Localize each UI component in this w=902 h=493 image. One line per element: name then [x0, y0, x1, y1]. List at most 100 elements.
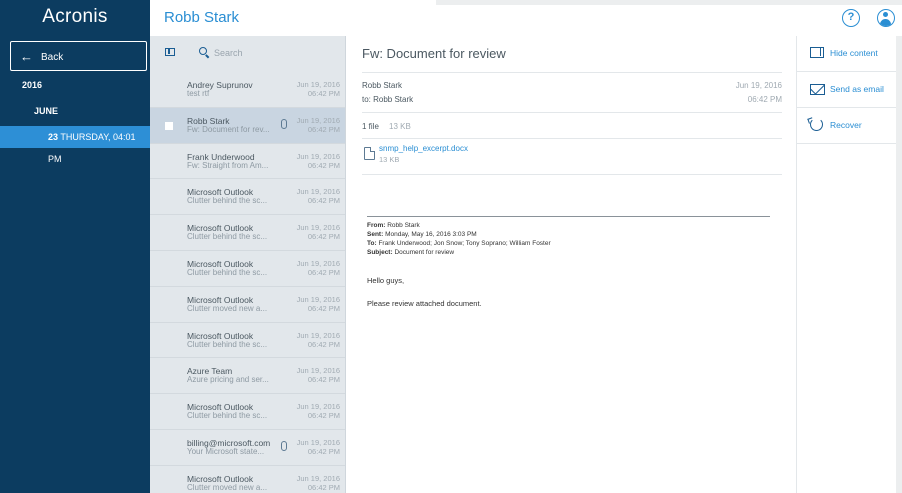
row-time: 06:42 PM	[307, 267, 340, 277]
top-bar: Acronis Robb Stark ?	[0, 0, 902, 36]
document-icon	[364, 147, 375, 160]
panel-icon	[810, 47, 824, 58]
row-date: Jun 19, 2016	[296, 223, 340, 233]
message-from: Robb Stark	[362, 81, 403, 90]
list-item[interactable]: Microsoft Outlook Clutter behind the sc..…	[150, 394, 345, 430]
paperclip-icon	[281, 440, 287, 451]
row-preview: Clutter behind the sc...	[187, 339, 268, 349]
attachment-size: 13 KB	[379, 155, 400, 164]
row-time: 06:42 PM	[307, 339, 340, 349]
hide-content-button[interactable]: Hide content	[797, 36, 897, 72]
list-item[interactable]: Microsoft Outlook Clutter moved new a... J…	[150, 286, 345, 323]
row-time: 06:42 PM	[307, 124, 340, 134]
message-rows: Andrey Suprunov test rtf Jun 19, 2016 06:42…	[150, 72, 345, 493]
row-date: Jun 19, 2016	[296, 187, 340, 197]
list-item[interactable]: Microsoft Outlook Clutter behind the sc..…	[150, 250, 345, 287]
sidebar-item-day[interactable]: 23 THURSDAY, 04:01 PM	[0, 126, 150, 164]
row-date: Jun 19, 2016	[296, 330, 340, 340]
page-title: Robb Stark	[164, 9, 240, 26]
row-time: 06:42 PM	[307, 303, 340, 313]
row-preview: Your Microsoft state...	[187, 446, 265, 456]
row-preview: Clutter behind the sc...	[187, 196, 268, 206]
actions-panel: Hide content Send as email Recover	[796, 36, 897, 493]
recover-label: Recover	[830, 120, 862, 130]
message-date: Jun 19, 2016	[735, 81, 782, 90]
row-date: Jun 19, 2016	[296, 294, 340, 304]
help-icon[interactable]: ?	[842, 9, 860, 27]
top-strip	[436, 0, 902, 5]
row-time: 06:42 PM	[307, 196, 340, 206]
scrollbar[interactable]	[896, 36, 902, 493]
list-item[interactable]: Microsoft Outlook Clutter behind the sc..…	[150, 179, 345, 216]
row-time: 06:42 PM	[307, 482, 340, 492]
row-date: Jun 19, 2016	[296, 258, 340, 268]
day-label: THURSDAY, 04:01 PM	[48, 132, 136, 164]
forwarded-from: From: Robb Stark	[367, 222, 420, 229]
row-time: 06:42 PM	[307, 232, 340, 242]
list-item[interactable]: Microsoft Outlook Clutter moved new a... J…	[150, 465, 345, 493]
search-input[interactable]	[214, 45, 324, 61]
divider	[362, 138, 782, 139]
list-item[interactable]: Andrey Suprunov test rtf Jun 19, 2016 06:42…	[150, 72, 345, 108]
send-as-email-button[interactable]: Send as email	[797, 72, 897, 108]
row-time: 06:42 PM	[307, 411, 340, 421]
file-count: 1 file	[362, 122, 379, 131]
toggle-panel-icon[interactable]	[165, 48, 175, 56]
row-preview: Clutter moved new a...	[187, 303, 268, 313]
row-date: Jun 19, 2016	[296, 437, 340, 447]
list-item[interactable]: Frank Underwood Fw: Straight from Am... Ju…	[150, 143, 345, 180]
row-time: 06:42 PM	[307, 89, 340, 98]
send-as-email-label: Send as email	[830, 84, 884, 94]
row-time: 06:42 PM	[307, 375, 340, 385]
search-icon	[199, 47, 207, 55]
message-to: to: Robb Stark	[362, 95, 414, 104]
forwarded-to: To: Frank Underwood; Jon Snow; Tony Sopr…	[367, 240, 551, 247]
attachment-link[interactable]: snmp_help_excerpt.docx	[379, 144, 468, 153]
paperclip-icon	[281, 118, 287, 129]
row-preview: Clutter behind the sc...	[187, 267, 268, 277]
arrow-left-icon: ←	[20, 49, 33, 64]
list-item[interactable]: Microsoft Outlook Clutter behind the sc..…	[150, 322, 345, 359]
forwarded-sent: Sent: Monday, May 16, 2016 3:03 PM	[367, 231, 477, 238]
row-preview: Fw: Document for rev...	[187, 124, 270, 134]
row-preview: test rtf	[187, 89, 210, 98]
account-icon[interactable]	[877, 9, 895, 27]
hide-content-label: Hide content	[830, 48, 878, 58]
row-preview: Clutter behind the sc...	[187, 232, 268, 242]
row-date: Jun 19, 2016	[296, 366, 340, 376]
recover-button[interactable]: Recover	[797, 108, 897, 144]
list-item[interactable]: billing@microsoft.com Your Microsoft stat…	[150, 429, 345, 466]
row-preview: Clutter behind the sc...	[187, 411, 268, 421]
message-list: Andrey Suprunovtest rtfJun 19, 201606:42…	[150, 36, 346, 493]
file-total-size: 13 KB	[389, 122, 411, 131]
row-date: Jun 19, 2016	[296, 151, 340, 161]
row-preview: Clutter moved new a...	[187, 482, 268, 492]
recover-icon	[810, 118, 823, 131]
row-preview: Fw: Straight from Am...	[187, 160, 269, 170]
row-date: Jun 19, 2016	[296, 80, 340, 89]
sidebar: ← Back 2016 JUNE 23 THURSDAY, 04:01 PM	[0, 36, 150, 493]
body-divider	[367, 216, 770, 217]
back-button[interactable]: ← Back	[10, 41, 147, 71]
row-date: Jun 19, 2016	[296, 115, 340, 125]
message-subject: Fw: Document for review	[362, 46, 506, 61]
list-header	[150, 36, 345, 71]
back-label: Back	[41, 52, 64, 63]
envelope-icon	[810, 84, 825, 95]
sidebar-item-year[interactable]: 2016	[22, 80, 42, 90]
row-checkbox[interactable]	[165, 121, 173, 130]
forwarded-subject: Subject: Document for review	[367, 249, 455, 256]
divider	[362, 72, 782, 73]
row-preview: Azure pricing and ser...	[187, 375, 269, 385]
row-date: Jun 19, 2016	[296, 473, 340, 483]
row-time: 06:42 PM	[307, 446, 340, 456]
divider	[362, 174, 782, 175]
list-item[interactable]: Azure Team Azure pricing and ser... Jun 19…	[150, 358, 345, 395]
row-time: 06:42 PM	[307, 160, 340, 170]
message-time: 06:42 PM	[747, 95, 782, 104]
sidebar-item-month[interactable]: JUNE	[34, 106, 58, 116]
row-date: Jun 19, 2016	[296, 402, 340, 412]
list-item[interactable]: Microsoft Outlook Clutter behind the sc..…	[150, 215, 345, 251]
brand-logo: Acronis	[0, 0, 150, 36]
list-item[interactable]: Robb Stark Fw: Document for rev... Jun 19,…	[150, 107, 345, 144]
